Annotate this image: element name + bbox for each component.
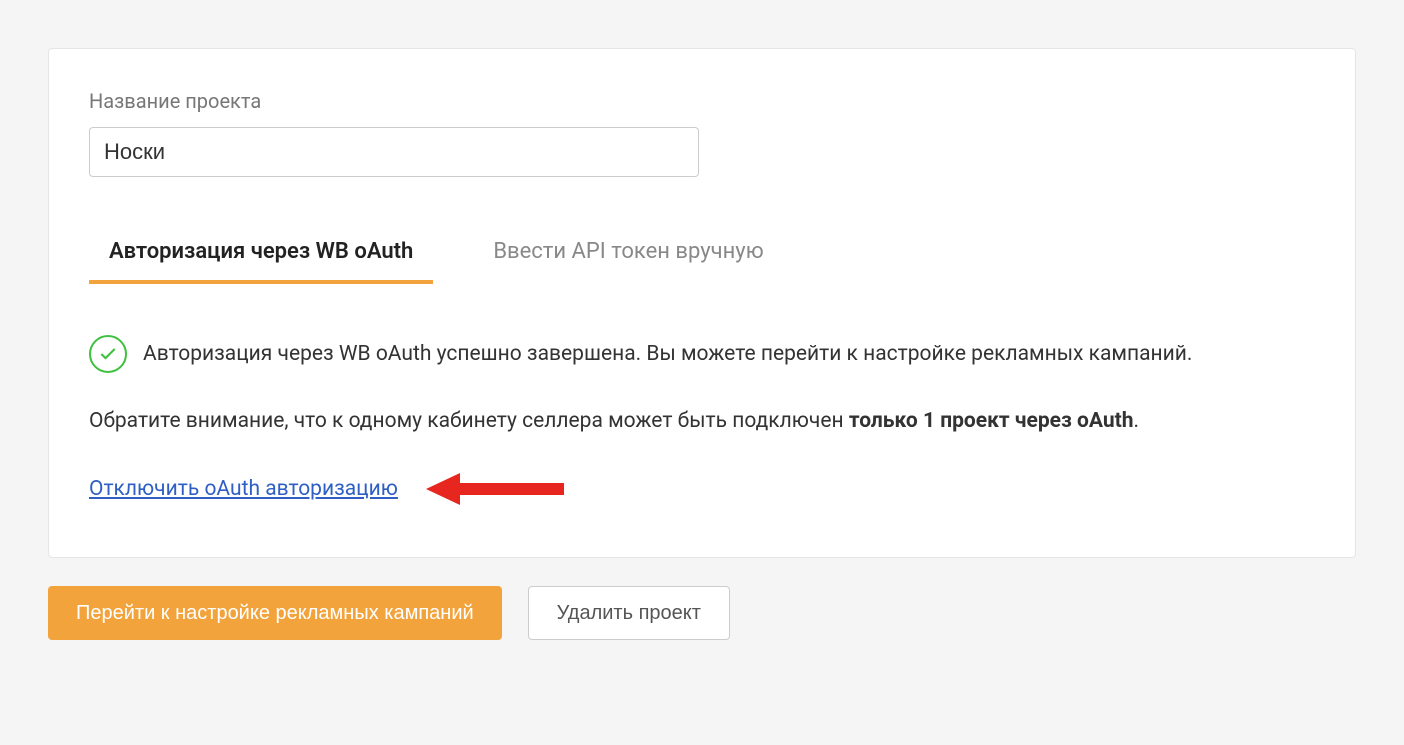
notice-prefix: Обратите внимание, что к одному кабинету… [89, 409, 849, 433]
notice-bold: только 1 проект через oAuth [849, 409, 1134, 433]
notice-suffix: . [1133, 409, 1139, 433]
annotation-arrow [426, 469, 566, 509]
disconnect-row: Отключить oAuth авторизацию [89, 469, 1315, 509]
project-name-input[interactable] [89, 127, 699, 177]
oauth-status-row: Авторизация через WB oAuth успешно завер… [89, 335, 1315, 373]
checkmark-icon [89, 335, 127, 373]
delete-project-button[interactable]: Удалить проект [528, 586, 730, 640]
settings-card: Название проекта Авторизация через WB oA… [48, 48, 1356, 558]
tab-api-token[interactable]: Ввести API токен вручную [473, 227, 783, 284]
action-buttons: Перейти к настройке рекламных кампаний У… [48, 586, 1356, 640]
oauth-status-text: Авторизация через WB oAuth успешно завер… [143, 342, 1192, 366]
oauth-notice: Обратите внимание, что к одному кабинету… [89, 409, 1315, 433]
tab-oauth[interactable]: Авторизация через WB oAuth [89, 227, 433, 284]
auth-tabs: Авторизация через WB oAuth Ввести API то… [89, 227, 1315, 285]
page-container: Название проекта Авторизация через WB oA… [0, 0, 1404, 640]
project-name-label: Название проекта [89, 89, 1315, 113]
go-to-campaigns-button[interactable]: Перейти к настройке рекламных кампаний [48, 586, 502, 640]
disconnect-oauth-link[interactable]: Отключить oAuth авторизацию [89, 477, 398, 501]
